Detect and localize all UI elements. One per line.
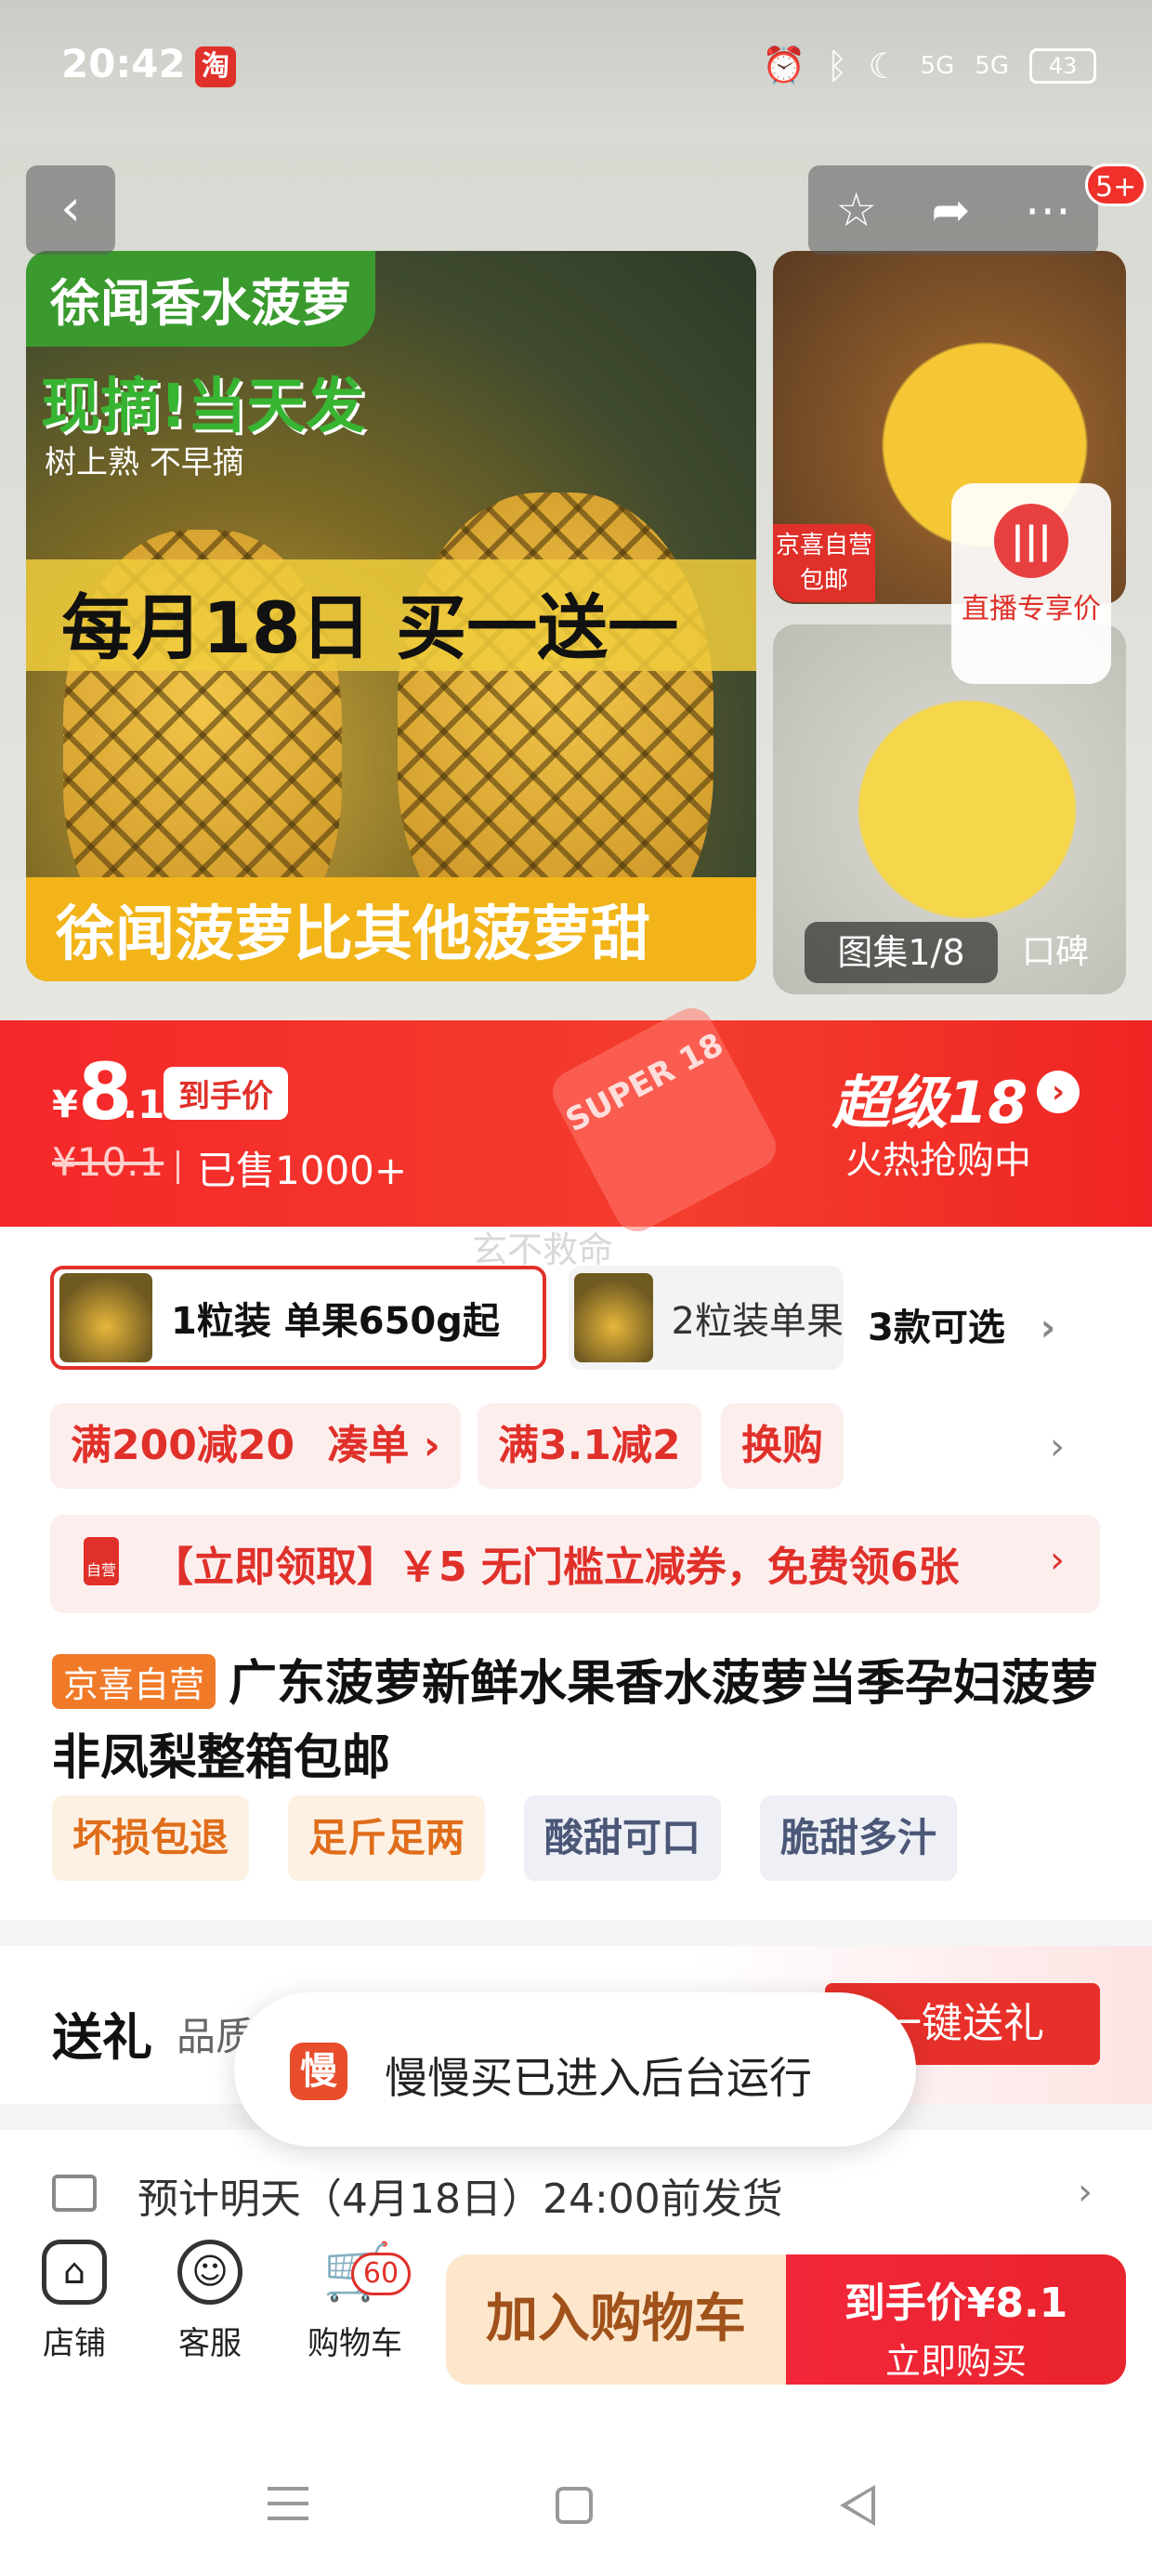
review-tab[interactable]: 口碑 [1022, 922, 1089, 983]
chevron-right-icon: › [1040, 1307, 1056, 1349]
album-counter[interactable]: 图集1/8 [805, 922, 998, 983]
promo-chip-full-reduction[interactable]: 满200减20 凑单 › [50, 1403, 461, 1489]
sku-label: 2粒装单果 [671, 1300, 844, 1343]
sold-count: 已售1000+ [197, 1148, 408, 1193]
sku-option-1[interactable]: 1粒装 单果650g起 [50, 1266, 546, 1370]
sku-option-2[interactable]: 2粒装单果 [569, 1266, 844, 1370]
share-icon[interactable]: ➦ [931, 183, 970, 237]
signal-icon: 5G [920, 51, 955, 80]
campaign-title[interactable]: 超级18 [832, 1056, 1028, 1139]
back-icon-inner [847, 2491, 871, 2520]
feature-tag: 酸甜可口 [524, 1795, 722, 1881]
star-icon[interactable]: ☆ [835, 183, 877, 237]
store-icon: ⌂ [42, 2240, 107, 2305]
live-icon: ||| [994, 504, 1068, 578]
bluetooth-icon: ᛒ [826, 45, 848, 86]
service-label: 客服 [178, 2325, 242, 2362]
cart-count-badge: 60 [351, 2253, 411, 2295]
buy-price: 到手价¥8.1 [844, 2280, 1068, 2327]
gift-title: 送礼 [52, 2008, 152, 2067]
watermark: 玄不救命 [472, 1229, 614, 1270]
coupon-text: 【立即领取】￥5 无门槛立减券，免费领6张 [152, 1544, 960, 1591]
signal-icon-2: 5G [975, 51, 1009, 80]
section-divider [0, 1920, 1152, 1946]
sku-more-label: 3款可选 [868, 1307, 1005, 1349]
final-price-tag: 到手价 [164, 1067, 288, 1120]
sku-thumbnail [59, 1273, 152, 1362]
chevron-right-icon: › [423, 1422, 440, 1469]
feature-tag: 足斤足两 [288, 1795, 486, 1881]
add-to-cart-button[interactable]: 加入购物车 [446, 2254, 786, 2385]
battery-icon: 43 [1029, 47, 1096, 84]
top-actions: ☆ ➦ ⋯ [808, 165, 1098, 255]
headline-text: 现摘!当天发 [41, 373, 366, 441]
subline-text: 树上熟 不早摘 [45, 444, 244, 481]
chevron-right-icon[interactable]: › [1050, 1539, 1065, 1582]
chip-action: 凑单 [327, 1422, 410, 1469]
moon-icon: ☾ [868, 45, 900, 86]
buy-label: 立即购买 [884, 2341, 1027, 2382]
store-tag: 京喜自营 [52, 1654, 216, 1709]
more-icon[interactable]: ⋯ [1025, 183, 1071, 237]
smile-icon: ☺ [177, 2240, 242, 2305]
delivery-estimate[interactable]: 预计明天（4月18日）24:00前发货 [137, 2165, 783, 2225]
sku-label: 1粒装 单果650g起 [171, 1300, 500, 1343]
chip-label: 满200减20 [71, 1422, 295, 1469]
feature-tag: 脆甜多汁 [760, 1795, 958, 1881]
sku-more[interactable]: 3款可选 › [868, 1297, 1055, 1351]
bottom-band-text: 徐闻菠萝比其他菠萝甜 [56, 900, 650, 969]
home-icon[interactable] [556, 2487, 593, 2524]
feature-tag: 坏损包退 [52, 1795, 250, 1881]
chevron-right-icon[interactable]: › [1050, 1426, 1065, 1468]
status-icons: ⏰ ᛒ ☾ 5G 5G 43 [762, 45, 1096, 86]
original-price: ¥10.1 [52, 1139, 164, 1185]
product-name-tag: 徐闻香水菠萝 [26, 251, 375, 347]
price-decimal: .1 [123, 1082, 165, 1127]
chevron-right-icon[interactable]: › [1078, 2171, 1093, 2214]
divider [177, 1150, 179, 1184]
thumbnail-badge: 京喜自营 包邮 [773, 524, 875, 602]
price-currency: ¥ [52, 1084, 78, 1126]
promo-band-text: 每月18日 买一送一 [61, 586, 679, 669]
taobao-notification-icon: 淘 [195, 46, 236, 87]
back-button[interactable]: ‹ [26, 165, 115, 255]
coupon-icon: 自营 [84, 1537, 119, 1585]
chevron-left-icon: ‹ [60, 178, 81, 237]
live-label: 直播专享价 [962, 593, 1101, 625]
live-price-button[interactable]: ||| 直播专享价 [951, 483, 1111, 684]
sku-thumbnail [574, 1273, 653, 1362]
campaign-subtitle: 火热抢购中 [845, 1139, 1031, 1182]
chevron-right-icon[interactable]: › [1037, 1071, 1080, 1113]
cart-label: 购物车 [308, 2325, 402, 2362]
service-button[interactable]: ☺ 客服 [164, 2240, 256, 2363]
truck-icon [52, 2175, 97, 2212]
message-badge: 5+ [1085, 164, 1147, 206]
status-time: 20:42 [61, 41, 186, 86]
promo-chip-exchange[interactable]: 换购 [721, 1403, 844, 1489]
toast-text: 慢慢买已进入后台运行 [385, 2053, 812, 2103]
promo-chip-reduction[interactable]: 满3.1减2 [478, 1403, 701, 1489]
store-button[interactable]: ⌂ 店铺 [28, 2240, 121, 2363]
alarm-icon: ⏰ [762, 45, 806, 85]
store-label: 店铺 [43, 2325, 106, 2362]
app-icon: 慢 [290, 2043, 347, 2100]
menu-icon[interactable] [268, 2487, 308, 2520]
buy-now-button[interactable]: 到手价¥8.1 立即购买 [786, 2254, 1126, 2385]
